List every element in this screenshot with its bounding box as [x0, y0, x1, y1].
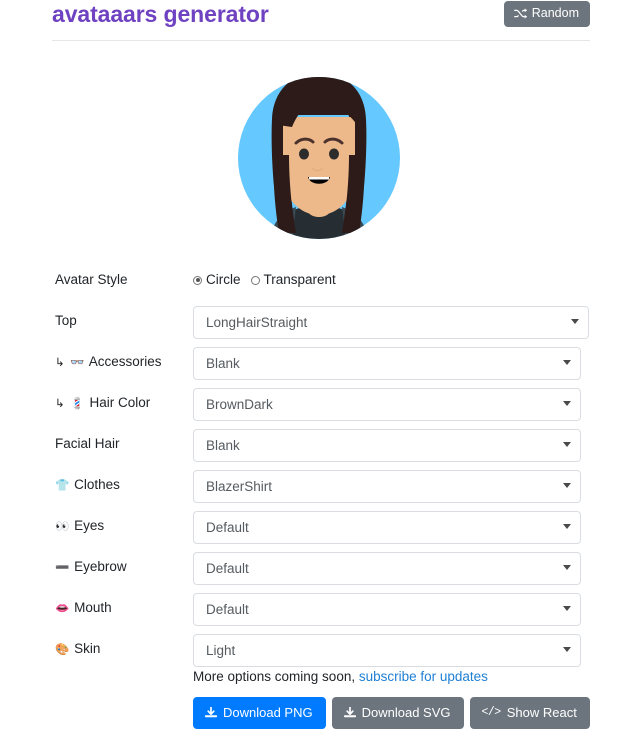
mouth-icon: 👄: [55, 603, 70, 615]
avatar-svg: [237, 77, 400, 239]
more-options-note-text: More options coming soon,: [193, 669, 359, 684]
random-button-label: Random: [531, 6, 579, 20]
options-form: Avatar Style Circle Transparent Top Long…: [0, 262, 637, 672]
chevron-down-icon: [563, 565, 571, 570]
download-png-label: Download PNG: [223, 705, 313, 720]
clothes-label-text: Clothes: [74, 477, 120, 492]
accessories-select[interactable]: Blank: [193, 347, 581, 380]
tshirt-icon: 👕: [55, 480, 70, 492]
action-button-row: Download PNG Download SVG </> Show React: [193, 697, 590, 729]
hair-color-select-value: BrownDark: [206, 397, 273, 412]
clothes-label: 👕 Clothes: [55, 476, 120, 495]
mouth-label: 👄 Mouth: [55, 599, 112, 618]
download-icon: [205, 706, 217, 719]
facial-hair-select[interactable]: Blank: [193, 429, 581, 462]
chevron-down-icon: [563, 647, 571, 652]
show-react-button[interactable]: </> Show React: [469, 697, 590, 729]
form-row-top: Top LongHairStraight: [0, 303, 637, 343]
mouth-select[interactable]: Default: [193, 593, 581, 626]
facial-hair-select-value: Blank: [206, 438, 240, 453]
clothes-select[interactable]: BlazerShirt: [193, 470, 581, 503]
eyes-label: 👀 Eyes: [55, 517, 104, 536]
subscribe-link[interactable]: subscribe for updates: [359, 669, 488, 684]
chevron-down-icon: [571, 319, 579, 324]
eyebrow-label-text: Eyebrow: [74, 559, 127, 574]
eyebrow-select-value: Default: [206, 561, 249, 576]
chevron-down-icon: [563, 401, 571, 406]
form-row-skin: 🎨 Skin Light: [0, 631, 637, 671]
accessories-label: ↳ 👓 Accessories: [55, 353, 162, 372]
eyebrow-select[interactable]: Default: [193, 552, 581, 585]
random-button[interactable]: Random: [503, 1, 590, 27]
avatar-face: [282, 117, 355, 215]
skin-select-value: Light: [206, 643, 236, 658]
sub-item-arrow-icon: ↳: [55, 398, 65, 410]
radio-option-circle[interactable]: Circle: [193, 271, 241, 289]
form-row-accessories: ↳ 👓 Accessories Blank: [0, 344, 637, 384]
accessories-label-text: Accessories: [88, 354, 162, 369]
shuffle-icon: [513, 8, 527, 19]
avatar-eye-right: [328, 148, 339, 160]
radio-label-circle: Circle: [206, 272, 241, 287]
code-icon: </>: [481, 706, 502, 719]
form-row-avatar-style: Avatar Style Circle Transparent: [0, 262, 637, 302]
sub-item-arrow-icon: ↳: [55, 357, 65, 369]
top-label: Top: [55, 312, 77, 330]
eyes-label-text: Eyes: [74, 518, 105, 533]
facial-hair-label-text: Facial Hair: [55, 436, 120, 451]
chevron-down-icon: [563, 442, 571, 447]
form-row-clothes: 👕 Clothes BlazerShirt: [0, 467, 637, 507]
mouth-select-value: Default: [206, 602, 249, 617]
more-options-note: More options coming soon, subscribe for …: [193, 668, 488, 686]
radio-dot-circle[interactable]: [193, 275, 202, 285]
download-svg-button[interactable]: Download SVG: [331, 697, 464, 729]
hair-color-select[interactable]: BrownDark: [193, 388, 581, 421]
barber-pole-icon: 💈: [70, 398, 85, 410]
form-row-eyes: 👀 Eyes Default: [0, 508, 637, 548]
eyes-icon: 👀: [55, 521, 70, 533]
eyebrow-icon: ➖: [55, 562, 70, 574]
avatar-style-label: Avatar Style: [55, 272, 128, 287]
facial-hair-label: Facial Hair: [55, 435, 120, 453]
page-header: avataaars generator Random: [0, 0, 637, 41]
eyes-select[interactable]: Default: [193, 511, 581, 544]
avataaars-generator-page: avataaars generator Random Avatar Style …: [0, 0, 637, 733]
top-select-value: LongHairStraight: [206, 315, 308, 330]
skin-label-text: Skin: [74, 641, 101, 656]
chevron-down-icon: [563, 606, 571, 611]
clothes-select-value: BlazerShirt: [206, 479, 273, 494]
mouth-label-text: Mouth: [74, 600, 112, 615]
top-select[interactable]: LongHairStraight: [193, 306, 589, 339]
form-row-hair-color: ↳ 💈 Hair Color BrownDark: [0, 385, 637, 425]
form-row-eyebrow: ➖ Eyebrow Default: [0, 549, 637, 589]
form-row-mouth: 👄 Mouth Default: [0, 590, 637, 630]
page-title: avataaars generator: [52, 1, 269, 27]
chevron-down-icon: [563, 524, 571, 529]
header-divider: [52, 40, 590, 41]
download-png-button[interactable]: Download PNG: [193, 697, 326, 729]
download-icon: [343, 706, 356, 719]
hair-color-label-text: Hair Color: [89, 395, 151, 410]
avatar-eye-left: [298, 148, 309, 160]
skin-select[interactable]: Light: [193, 634, 581, 667]
palette-icon: 🎨: [55, 644, 70, 656]
avatar-preview: [0, 55, 637, 251]
form-row-facial-hair: Facial Hair Blank: [0, 426, 637, 466]
chevron-down-icon: [563, 360, 571, 365]
skin-label: 🎨 Skin: [55, 640, 100, 659]
top-label-text: Top: [55, 313, 77, 328]
radio-option-transparent[interactable]: Transparent: [250, 271, 336, 289]
chevron-down-icon: [563, 483, 571, 488]
eyes-select-value: Default: [206, 520, 249, 535]
accessories-select-value: Blank: [206, 356, 240, 371]
download-svg-label: Download SVG: [361, 705, 451, 720]
avatar-style-radio-group: Circle Transparent: [193, 271, 336, 289]
radio-dot-transparent[interactable]: [250, 275, 260, 285]
glasses-icon: 👓: [70, 357, 85, 369]
hair-color-label: ↳ 💈 Hair Color: [55, 394, 150, 413]
show-react-label: Show React: [506, 705, 577, 720]
eyebrow-label: ➖ Eyebrow: [55, 558, 127, 577]
radio-label-transparent: Transparent: [263, 272, 336, 287]
